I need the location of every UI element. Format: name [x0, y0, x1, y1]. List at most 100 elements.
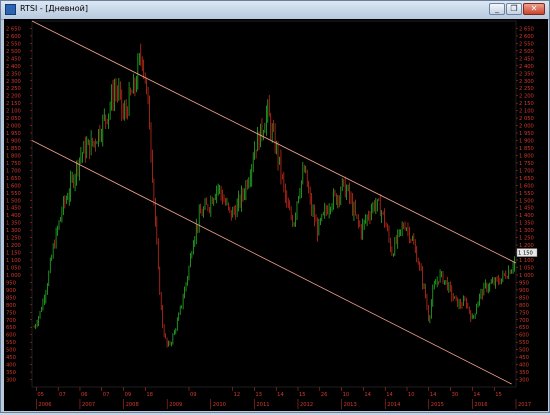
y-tick-label-left: 1 350: [6, 221, 21, 227]
y-tick-label-left: 2 050: [6, 116, 21, 122]
x-tick-label-month: 18: [146, 392, 153, 398]
y-tick-label-right: 2 600: [519, 34, 534, 40]
y-tick-label-right: 1 550: [519, 191, 534, 197]
y-tick-label-left: 1 550: [6, 191, 21, 197]
y-tick-label-left: 1 600: [6, 183, 21, 189]
y-tick-label-right: 1 350: [519, 221, 534, 227]
y-tick-label-right: 2 550: [519, 41, 534, 47]
x-tick-label-month: 30: [452, 392, 459, 398]
y-tick-label-right: 950: [519, 280, 529, 286]
y-tick-label-right: 1 600: [519, 183, 534, 189]
y-tick-label-right: 1 900: [519, 139, 534, 145]
x-tick-label-month: 14: [277, 392, 284, 398]
x-tick-label-month: 07: [103, 392, 110, 398]
x-tick-label-year: 2010: [213, 402, 226, 408]
y-tick-label-right: 900: [519, 288, 529, 294]
minimize-button[interactable]: _: [489, 3, 505, 15]
x-tick-label-month: 06: [81, 392, 88, 398]
y-tick-label-left: 800: [6, 303, 16, 309]
title-bar[interactable]: RTSI - [Дневной] _ ❐ ✕: [1, 1, 549, 20]
channel-line-lower: [31, 140, 512, 385]
y-tick-label-right: 1 700: [519, 168, 534, 174]
plot-frame: [31, 20, 517, 388]
x-tick-label-month: 10: [408, 392, 415, 398]
y-tick-label-left: 1 900: [6, 139, 21, 145]
price-chart[interactable]: 300 300350 350400 400450 450500 500550 550600 6…: [4, 19, 548, 411]
y-tick-label-left: 750: [6, 310, 16, 316]
y-tick-label-right: 550: [519, 340, 529, 346]
y-tick-label-left: 650: [6, 325, 16, 331]
y-tick-label-left: 500: [6, 348, 16, 354]
x-tick-label-year: 2013: [344, 402, 357, 408]
y-tick-label-left: 2 200: [6, 94, 21, 100]
last-price-label: 1 150: [518, 251, 533, 257]
x-tick-label-year: 2016: [474, 402, 487, 408]
channel-line-upper: [31, 20, 517, 264]
y-tick-label-right: 1 400: [519, 213, 534, 219]
x-tick-label-month: 14: [473, 392, 480, 398]
y-tick-label-left: 550: [6, 340, 16, 346]
y-tick-label-right: 1 100: [519, 258, 534, 264]
x-tick-label-year: 2009: [169, 402, 182, 408]
window-title: RTSI - [Дневной]: [20, 4, 88, 13]
y-tick-label-right: 1 800: [519, 153, 534, 159]
y-tick-label-right: 850: [519, 295, 529, 301]
y-tick-label-left: 1 700: [6, 168, 21, 174]
y-tick-label-left: 1 150: [6, 251, 21, 257]
x-tick-label-month: 14: [364, 392, 371, 398]
y-tick-label-left: 600: [6, 333, 16, 339]
y-tick-label-right: 1 000: [519, 273, 534, 279]
y-tick-label-right: 1 450: [519, 206, 534, 212]
y-tick-label-right: 450: [519, 355, 529, 361]
y-tick-label-left: 2 150: [6, 101, 21, 107]
y-tick-label-right: 2 350: [519, 71, 534, 77]
y-tick-label-left: 1 200: [6, 243, 21, 249]
y-tick-label-right: 700: [519, 318, 529, 324]
y-tick-label-left: 450: [6, 355, 16, 361]
x-tick-label-year: 2012: [300, 402, 313, 408]
y-tick-label-left: 2 350: [6, 71, 21, 77]
close-button[interactable]: ✕: [523, 3, 545, 15]
y-tick-label-right: 1 200: [519, 243, 534, 249]
y-tick-label-left: 2 250: [6, 86, 21, 92]
y-tick-label-left: 950: [6, 280, 16, 286]
x-tick-label-year: 2014: [387, 402, 401, 408]
y-tick-label-right: 2 200: [519, 94, 534, 100]
x-tick-label-year: 2007: [82, 402, 95, 408]
x-tick-label-month: 26: [321, 392, 328, 398]
x-tick-label-month: 10: [343, 392, 350, 398]
y-tick-label-right: 1 250: [519, 236, 534, 242]
y-tick-label-right: 2 400: [519, 64, 534, 70]
y-tick-label-left: 1 500: [6, 198, 21, 204]
x-tick-label-month: 13: [255, 392, 262, 398]
x-tick-label-month: 09: [190, 392, 197, 398]
y-tick-label-left: 300: [6, 378, 16, 384]
x-tick-label-year: 2015: [431, 402, 444, 408]
y-tick-label-left: 2 600: [6, 34, 21, 40]
y-tick-label-left: 1 450: [6, 206, 21, 212]
y-tick-label-right: 1 300: [519, 228, 534, 234]
y-tick-label-left: 1 000: [6, 273, 21, 279]
y-tick-label-right: 2 450: [519, 56, 534, 62]
restore-button[interactable]: ❐: [506, 3, 522, 15]
x-tick-label-year: 2017: [518, 402, 531, 408]
y-tick-label-left: 1 850: [6, 146, 21, 152]
y-tick-label-right: 500: [519, 348, 529, 354]
y-tick-label-left: 2 100: [6, 109, 21, 115]
x-tick-label-month: 09: [125, 392, 132, 398]
y-tick-label-left: 2 300: [6, 79, 21, 85]
x-tick-label-month: 15: [299, 392, 306, 398]
y-tick-label-left: 1 650: [6, 176, 21, 182]
x-tick-label-month: 07: [59, 392, 66, 398]
y-tick-label-right: 2 150: [519, 101, 534, 107]
y-tick-label-right: 1 500: [519, 198, 534, 204]
y-tick-label-right: 750: [519, 310, 529, 316]
y-tick-label-left: 850: [6, 295, 16, 301]
y-tick-label-right: 300: [519, 378, 529, 384]
x-tick-label-month: 12: [234, 392, 241, 398]
chart-area[interactable]: 300 300 350 350 400 400 450 450 500 500 550 550 600 6…: [4, 19, 548, 411]
y-tick-label-left: 350: [6, 370, 16, 376]
y-tick-label-right: 1 750: [519, 161, 534, 167]
y-tick-label-left: 1 100: [6, 258, 21, 264]
y-tick-label-left: 400: [6, 363, 16, 369]
